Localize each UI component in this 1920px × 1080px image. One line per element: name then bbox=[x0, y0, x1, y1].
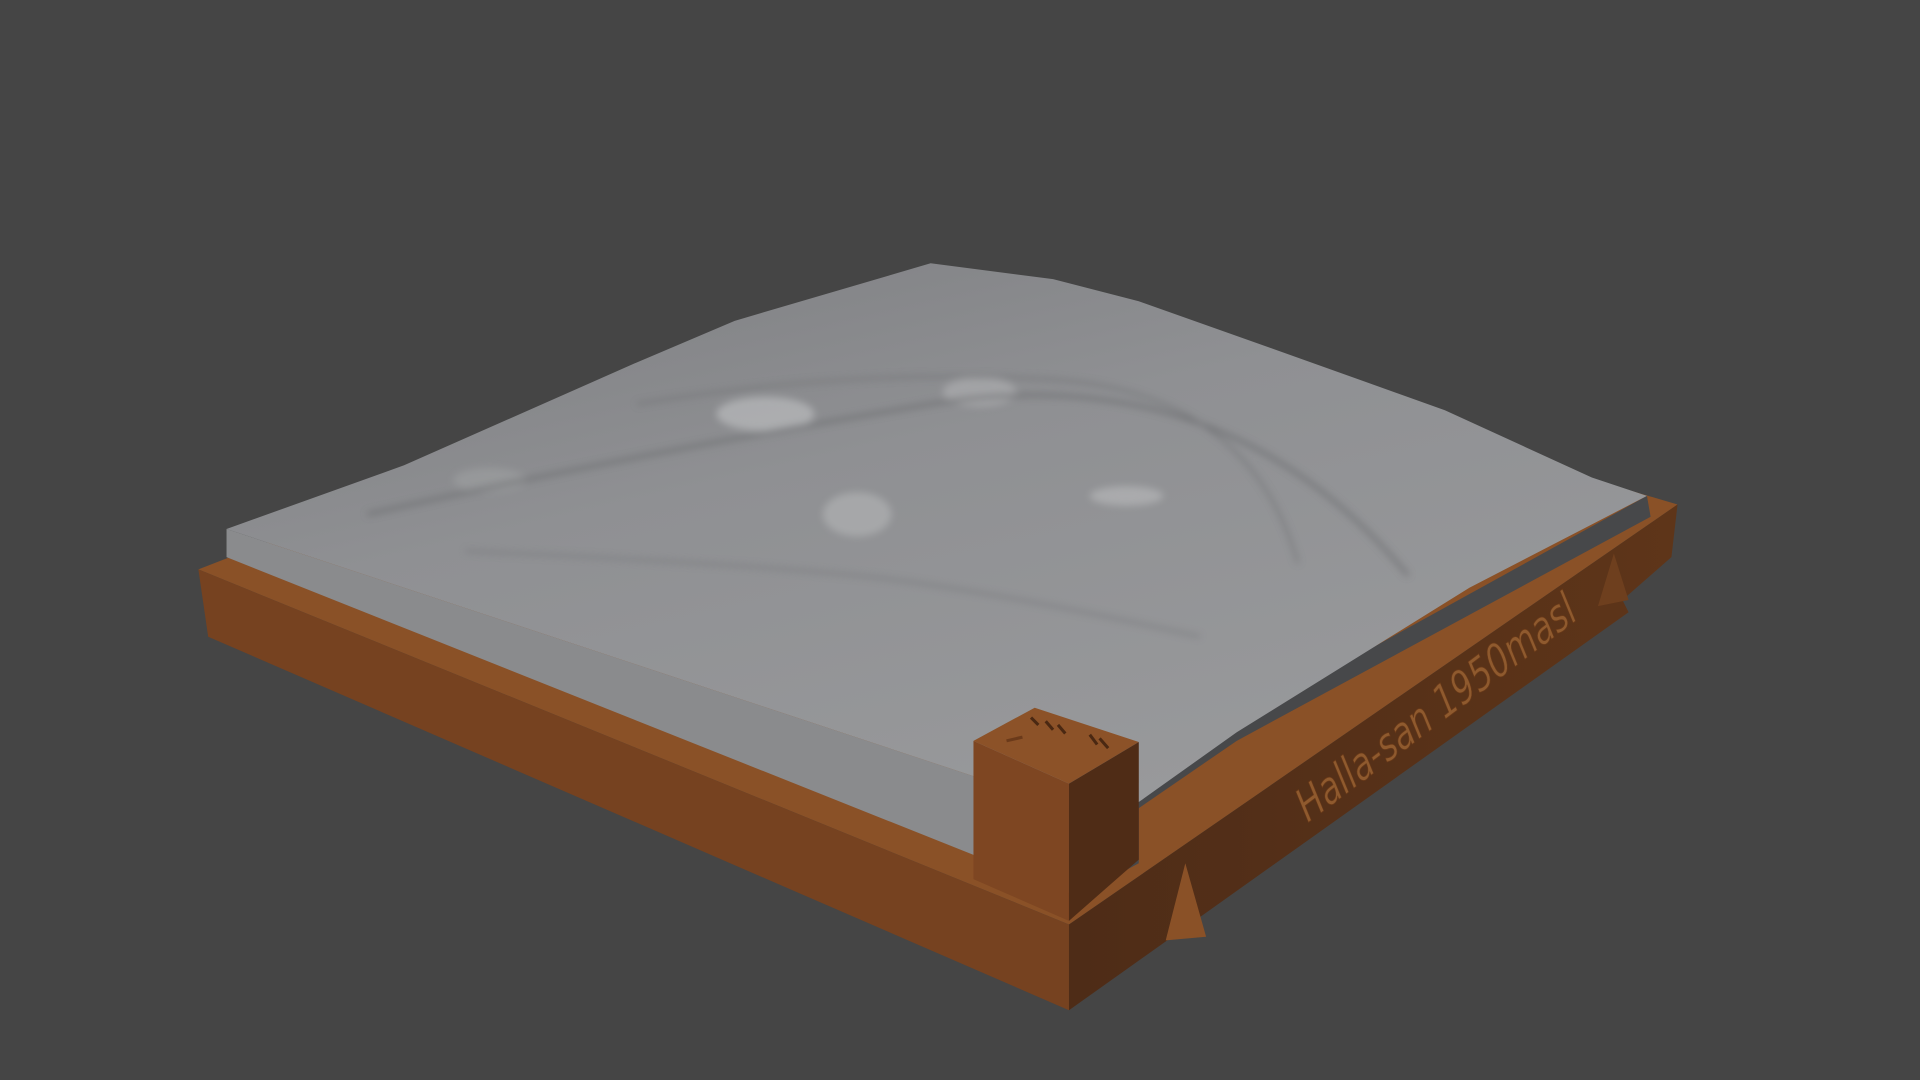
3d-viewport[interactable]: Halla-san 1950masl bbox=[0, 0, 1920, 1080]
terrain-slab bbox=[226, 263, 1651, 897]
